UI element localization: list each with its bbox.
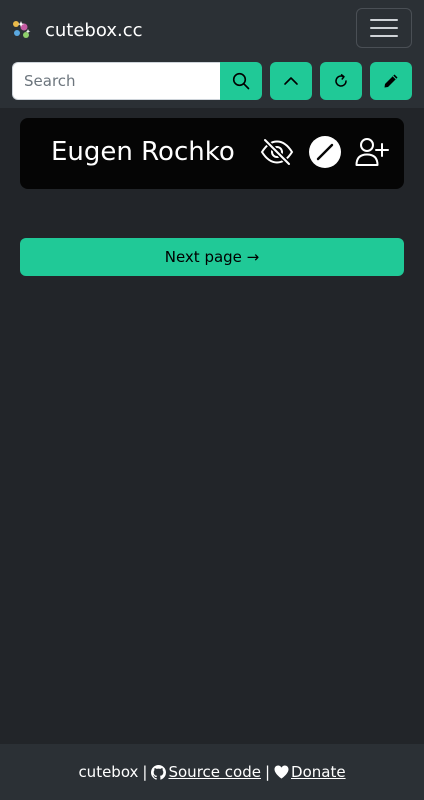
- footer-separator: |: [142, 763, 148, 781]
- donate-label: Donate: [291, 763, 346, 781]
- footer-brand: cutebox: [78, 763, 139, 781]
- donate-link[interactable]: Donate: [274, 763, 346, 781]
- brand-link[interactable]: cutebox.cc: [10, 16, 143, 44]
- hide-profile-button[interactable]: [260, 135, 294, 169]
- block-profile-button[interactable]: [308, 135, 342, 169]
- next-page-button[interactable]: Next page →: [20, 238, 404, 276]
- compose-button[interactable]: [370, 62, 412, 100]
- search-input[interactable]: [12, 62, 220, 100]
- source-code-label: Source code: [168, 763, 261, 781]
- source-code-link[interactable]: Source code: [151, 763, 261, 781]
- hamburger-menu-icon: [370, 19, 398, 37]
- search-group: [12, 62, 262, 100]
- follow-profile-button[interactable]: [355, 135, 389, 169]
- profile-name: Eugen Rochko: [51, 137, 235, 167]
- profile-card: Eugen Rochko: [20, 118, 404, 189]
- block-icon: [309, 136, 341, 168]
- eye-slash-icon: [260, 138, 294, 166]
- refresh-button[interactable]: [320, 62, 362, 100]
- chevron-up-icon: [284, 77, 298, 85]
- search-icon: [232, 72, 250, 90]
- search-button[interactable]: [220, 62, 262, 100]
- footer: cutebox | Source code | Donate: [0, 744, 424, 800]
- navbar: cutebox.cc: [0, 0, 424, 108]
- brand-name: cutebox.cc: [45, 19, 143, 41]
- github-icon: [151, 764, 167, 780]
- refresh-icon: [335, 74, 347, 87]
- pencil-icon: [384, 74, 398, 88]
- menu-toggle-button[interactable]: [356, 8, 412, 48]
- heart-icon: [274, 765, 289, 779]
- scroll-top-button[interactable]: [270, 62, 312, 100]
- cutebox-logo-icon: [13, 21, 31, 38]
- person-add-icon: [355, 138, 389, 166]
- footer-separator: |: [264, 763, 271, 781]
